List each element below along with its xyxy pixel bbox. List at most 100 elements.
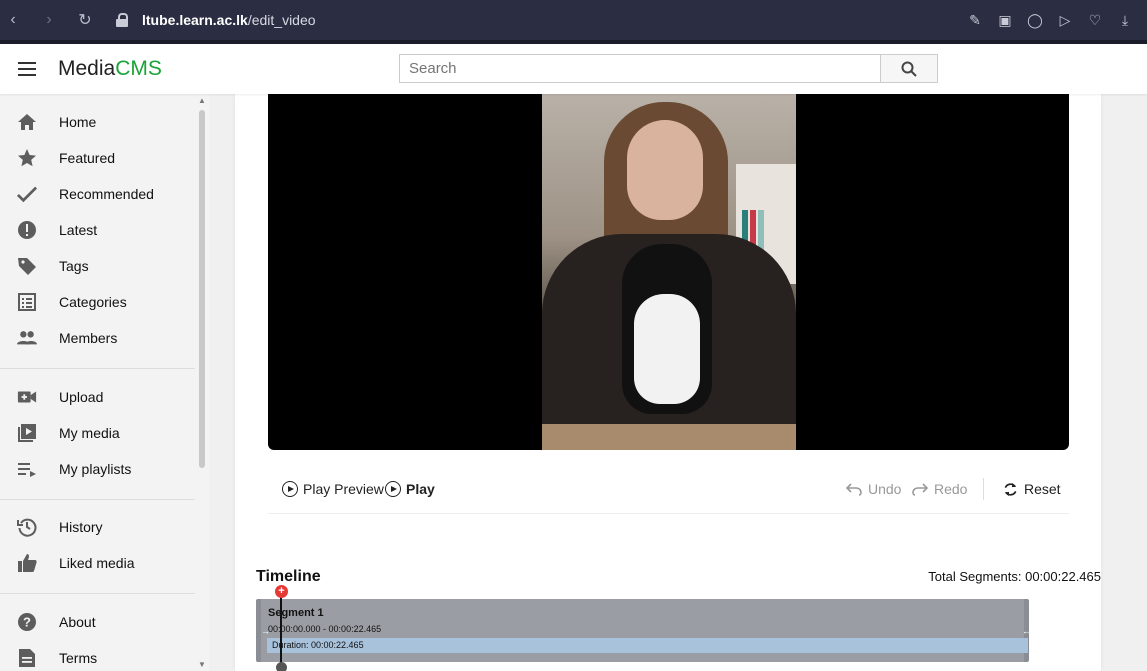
heart-icon[interactable]: ♡: [1087, 12, 1103, 28]
sidebar-divider: [0, 499, 195, 500]
edit-icon[interactable]: ✎: [967, 12, 983, 28]
shield-icon[interactable]: ◯: [1027, 12, 1043, 28]
play-circle-icon: [282, 481, 298, 497]
sidebar-item-label: My media: [59, 425, 120, 441]
playlist-icon: [17, 459, 37, 479]
url-host: ltube.learn.ac.lk: [142, 12, 248, 28]
sidebar-item-label: Recommended: [59, 186, 154, 202]
thumb-up-icon: [17, 553, 37, 573]
cat-chest-graphic: [634, 294, 700, 404]
media-library-icon: [17, 423, 37, 443]
site-logo[interactable]: MediaCMS: [58, 57, 162, 81]
sidebar-item-label: History: [59, 519, 103, 535]
reset-label: Reset: [1024, 481, 1061, 497]
sidebar-item-recommended[interactable]: Recommended: [0, 176, 195, 212]
scroll-down-icon[interactable]: ▼: [198, 660, 206, 669]
sidebar-item-about[interactable]: ? About: [0, 604, 195, 640]
download-icon[interactable]: ⤓: [1117, 12, 1133, 28]
help-icon: ?: [17, 612, 37, 632]
star-icon: [17, 148, 37, 168]
search-input[interactable]: [399, 54, 881, 83]
svg-text:?: ?: [23, 615, 31, 630]
scroll-up-icon[interactable]: ▲: [198, 96, 206, 105]
timeline-segment[interactable]: Segment 1 00:00:00.000 - 00:00:22.465 Du…: [261, 599, 1028, 662]
send-icon[interactable]: ▷: [1057, 12, 1073, 28]
redo-button[interactable]: Redo: [912, 477, 967, 501]
forward-icon[interactable]: ›: [36, 11, 62, 29]
sidebar-item-tags[interactable]: Tags: [0, 248, 195, 284]
main-content: Play Preview Play Undo Redo Reset Timeli…: [209, 94, 1147, 671]
sidebar-item-label: Upload: [59, 389, 104, 405]
document-icon: [17, 648, 37, 668]
segment-range: 00:00:00.000 - 00:00:22.465: [268, 624, 382, 634]
scroll-thumb[interactable]: [199, 110, 205, 468]
reload-icon[interactable]: ↻: [72, 10, 98, 30]
search-button[interactable]: [880, 54, 938, 83]
sidebar-item-home[interactable]: Home: [0, 104, 195, 140]
address-bar[interactable]: ltube.learn.ac.lk/edit_video: [116, 12, 316, 28]
add-segment-icon[interactable]: +: [275, 585, 288, 598]
redo-icon: [912, 483, 928, 496]
sidebar-item-featured[interactable]: Featured: [0, 140, 195, 176]
sidebar-divider: [0, 368, 195, 369]
sidebar-item-upload[interactable]: Upload: [0, 379, 195, 415]
sidebar: Home Featured Recommended Latest Tags Ca…: [0, 94, 209, 671]
editor-controls: Play Preview Play Undo Redo Reset: [268, 464, 1069, 514]
redo-label: Redo: [934, 481, 968, 497]
sidebar-item-label: Members: [59, 330, 118, 346]
sidebar-item-history[interactable]: History: [0, 509, 195, 545]
play-preview-button[interactable]: Play Preview: [282, 477, 384, 501]
play-label: Play: [406, 481, 435, 497]
sidebar-item-liked-media[interactable]: Liked media: [0, 545, 195, 581]
logo-media: Media: [58, 57, 116, 80]
sidebar-item-terms[interactable]: Terms: [0, 640, 195, 671]
segment-end-handle[interactable]: ←: [1022, 626, 1031, 636]
sidebar-item-label: Liked media: [59, 555, 135, 571]
playhead-drag-handle[interactable]: [276, 662, 287, 671]
badge-icon: [17, 220, 37, 240]
reset-icon: [1004, 482, 1017, 496]
people-icon: [17, 328, 37, 348]
timeline-playhead[interactable]: [280, 597, 282, 665]
editor-card: Play Preview Play Undo Redo Reset: [235, 94, 1101, 671]
sidebar-item-latest[interactable]: Latest: [0, 212, 195, 248]
video-player[interactable]: [268, 94, 1069, 450]
sidebar-scrollbar[interactable]: ▲ ▼: [197, 94, 207, 671]
check-icon: [17, 184, 37, 204]
undo-icon: [846, 483, 862, 496]
sidebar-item-label: Home: [59, 114, 97, 130]
video-frame: [542, 94, 796, 450]
history-icon: [17, 517, 37, 537]
sidebar-item-label: Categories: [59, 294, 127, 310]
face-graphic: [627, 120, 703, 220]
url-path: /edit_video: [247, 12, 316, 28]
segment-start-handle[interactable]: →: [261, 626, 270, 636]
play-preview-label: Play Preview: [303, 481, 384, 497]
sidebar-item-members[interactable]: Members: [0, 320, 195, 356]
controls-divider: [983, 478, 984, 500]
undo-button[interactable]: Undo: [846, 477, 901, 501]
lock-icon: [116, 13, 128, 27]
sidebar-item-label: About: [59, 614, 96, 630]
camera-icon[interactable]: ▣: [997, 12, 1013, 28]
reset-button[interactable]: Reset: [1003, 477, 1061, 501]
menu-icon[interactable]: [18, 62, 36, 76]
sidebar-item-label: My playlists: [59, 461, 132, 477]
search-icon: [901, 61, 917, 77]
browser-toolbar: ‹ › ↻ ltube.learn.ac.lk/edit_video ✎ ▣ ◯…: [0, 0, 1147, 40]
home-icon: [17, 112, 37, 132]
back-icon[interactable]: ‹: [0, 11, 26, 29]
sidebar-divider: [0, 593, 195, 594]
sidebar-item-label: Terms: [59, 650, 98, 666]
sidebar-item-my-media[interactable]: My media: [0, 415, 195, 451]
sidebar-item-categories[interactable]: Categories: [0, 284, 195, 320]
sidebar-item-my-playlists[interactable]: My playlists: [0, 451, 195, 487]
segment-duration: Duration: 00:00:22.465: [267, 638, 1028, 653]
timeline-track[interactable]: Segment 1 00:00:00.000 - 00:00:22.465 Du…: [256, 599, 1029, 662]
sidebar-item-label: Latest: [59, 222, 98, 238]
play-button[interactable]: Play: [385, 477, 435, 501]
list-icon: [17, 292, 37, 312]
undo-label: Undo: [868, 481, 902, 497]
play-circle-icon: [385, 481, 401, 497]
timeline-title: Timeline: [256, 568, 321, 585]
